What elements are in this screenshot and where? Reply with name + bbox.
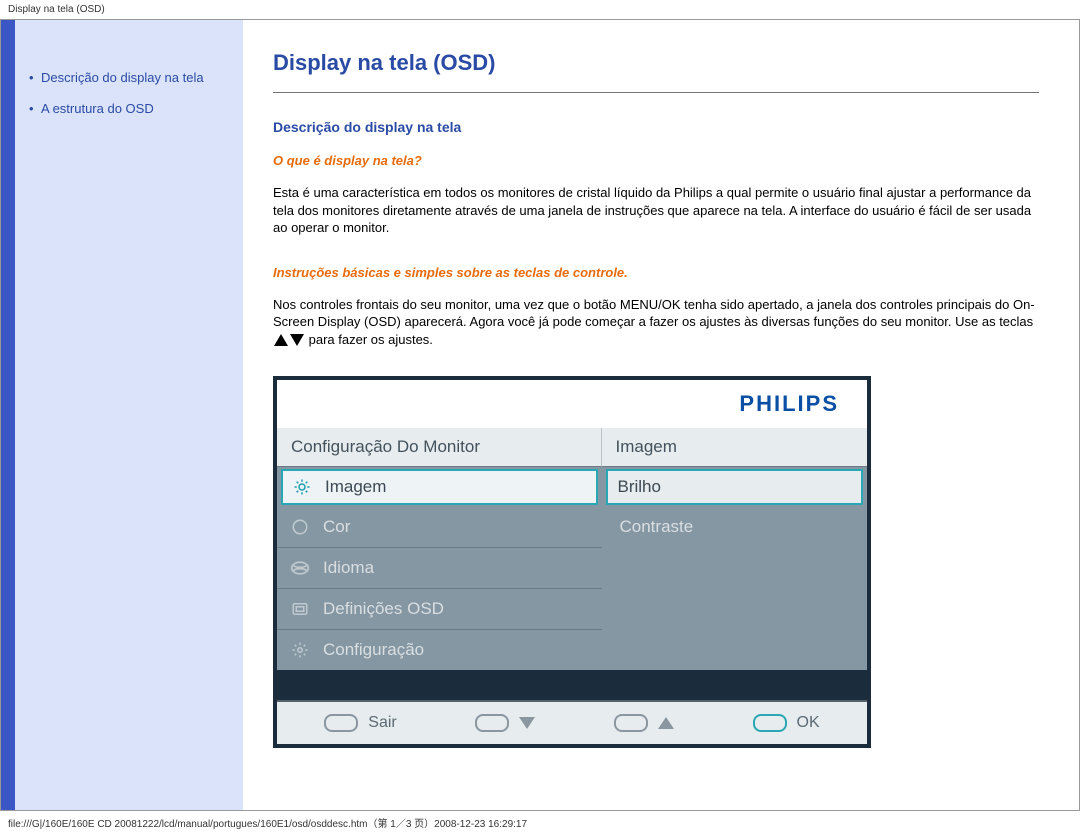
sidebar-link-structure[interactable]: A estrutura do OSD <box>41 101 154 116</box>
osd-left-header: Configuração Do Monitor <box>277 428 602 467</box>
main-content: Display na tela (OSD) Descrição do displ… <box>243 20 1079 810</box>
subheading-what-is: O que é display na tela? <box>273 153 1039 168</box>
osd-item-label: Imagem <box>325 477 386 497</box>
pill-icon <box>753 714 787 732</box>
osd-item-cor[interactable]: Cor <box>277 507 602 548</box>
settings-icon <box>289 639 311 661</box>
osd-icon <box>289 598 311 620</box>
osd-screenshot: PHILIPS Configuração Do Monitor Imagem <box>273 376 871 748</box>
osd-item-imagem[interactable]: Imagem <box>281 469 598 505</box>
header-breadcrumb: Display na tela (OSD) <box>0 0 1080 19</box>
brightness-icon <box>291 476 313 498</box>
sidebar-link-description[interactable]: Descrição do display na tela <box>41 70 204 85</box>
divider <box>273 92 1039 93</box>
triangle-up-icon <box>273 333 289 347</box>
osd-footer-exit-label: Sair <box>368 714 396 732</box>
triangle-up-icon <box>658 717 674 729</box>
osd-item-configuracao[interactable]: Configuração <box>277 630 602 670</box>
subheading-instructions: Instruções básicas e simples sobre as te… <box>273 265 1039 280</box>
osd-footer-exit[interactable]: Sair <box>324 714 396 732</box>
osd-item-label: Definições OSD <box>323 599 444 619</box>
pill-icon <box>614 714 648 732</box>
osd-left-column: Configuração Do Monitor Imagem Cor <box>277 428 602 670</box>
paragraph-instructions: Nos controles frontais do seu monitor, u… <box>273 296 1039 349</box>
pill-icon <box>475 714 509 732</box>
page-frame: Descrição do display na tela A estrutura… <box>0 19 1080 811</box>
footer-file-path: file:///G|/160E/160E CD 20081222/lcd/man… <box>0 811 1080 834</box>
left-stripe <box>1 20 15 810</box>
section-title-description: Descrição do display na tela <box>273 119 1039 135</box>
osd-item-idioma[interactable]: Idioma <box>277 548 602 589</box>
osd-right-column: Imagem Brilho Contraste <box>602 428 868 670</box>
sidebar-item-description[interactable]: Descrição do display na tela <box>29 70 229 85</box>
triangle-down-icon <box>519 717 535 729</box>
osd-subitem-brilho[interactable]: Brilho <box>606 469 864 505</box>
osd-footer-up[interactable] <box>614 714 674 732</box>
osd-subitem-label: Contraste <box>620 517 694 537</box>
sidebar-item-structure[interactable]: A estrutura do OSD <box>29 101 229 116</box>
osd-subitem-label: Brilho <box>618 477 661 497</box>
osd-footer-ok[interactable]: OK <box>753 714 820 732</box>
osd-footer: Sair OK <box>277 700 867 744</box>
philips-logo: PHILIPS <box>739 391 839 417</box>
language-icon <box>289 557 311 579</box>
osd-footer-down[interactable] <box>475 714 535 732</box>
osd-item-label: Configuração <box>323 640 424 660</box>
osd-subitem-contraste[interactable]: Contraste <box>602 507 868 547</box>
osd-footer-ok-label: OK <box>797 714 820 732</box>
sidebar: Descrição do display na tela A estrutura… <box>15 20 243 810</box>
paragraph-instructions-b: para fazer os ajustes. <box>309 332 433 347</box>
osd-item-label: Idioma <box>323 558 374 578</box>
osd-item-label: Cor <box>323 517 350 537</box>
paragraph-instructions-a: Nos controles frontais do seu monitor, u… <box>273 297 1035 330</box>
pill-icon <box>324 714 358 732</box>
osd-right-header: Imagem <box>602 428 868 467</box>
inline-arrow-icons <box>273 332 309 347</box>
triangle-down-icon <box>289 333 305 347</box>
page-title: Display na tela (OSD) <box>273 50 1039 76</box>
color-icon <box>289 516 311 538</box>
osd-item-definicoes[interactable]: Definições OSD <box>277 589 602 630</box>
paragraph-intro: Esta é uma característica em todos os mo… <box>273 184 1039 237</box>
osd-brandbar: PHILIPS <box>277 380 867 428</box>
